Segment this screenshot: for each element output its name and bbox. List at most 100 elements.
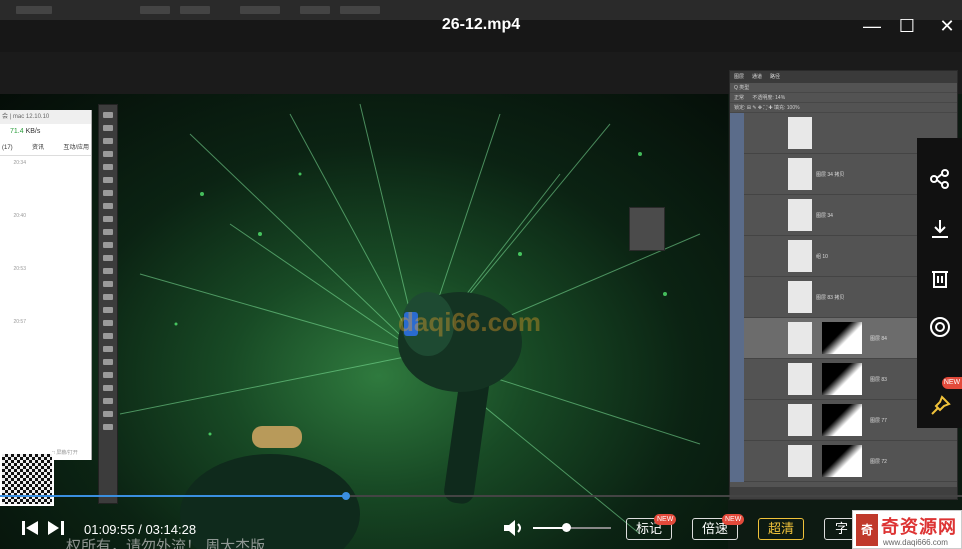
time-separator: / xyxy=(134,522,146,537)
chat-tab[interactable]: (17) xyxy=(2,140,13,155)
layer-row[interactable]: 图层 72 xyxy=(730,441,957,482)
visibility-eye-icon[interactable] xyxy=(730,318,744,359)
maximize-button[interactable]: ☐ xyxy=(894,13,920,39)
layers-tabs: 图层 通道 路径 xyxy=(730,71,957,83)
site-badge: 奇 奇资源网 www.daqi666.com xyxy=(852,510,962,549)
close-button[interactable]: ✕ xyxy=(934,13,960,39)
visibility-eye-icon[interactable] xyxy=(730,359,744,400)
layer-name: 组 10 xyxy=(816,254,828,260)
visibility-eye-icon[interactable] xyxy=(730,154,744,195)
pin-new-badge: NEW xyxy=(942,377,962,389)
visibility-eye-icon[interactable] xyxy=(730,277,744,318)
timestamp: 20:34 xyxy=(13,160,26,166)
tab-paths: 路径 xyxy=(770,74,781,80)
layer-name: 图层 77 xyxy=(870,418,887,424)
chat-tab[interactable]: 资讯 xyxy=(32,140,44,155)
progress-fill xyxy=(0,495,347,497)
delete-button[interactable] xyxy=(917,255,962,300)
layer-thumbnail xyxy=(788,322,812,354)
qr-code xyxy=(0,452,54,506)
layer-thumbnail xyxy=(788,158,812,190)
ps-mini-panel xyxy=(629,207,665,251)
quality-button[interactable]: 超清 xyxy=(758,518,804,540)
layer-name: 图层 83 拷贝 xyxy=(816,295,845,301)
site-url: www.daqi666.com xyxy=(883,538,948,547)
layer-name: 图层 34 xyxy=(816,213,833,219)
layer-thumbnail xyxy=(788,363,812,395)
video-area[interactable]: 会 | mac 12.10.10 71.4 KB/s (17) 资讯 互动/应用… xyxy=(0,52,962,549)
current-time: 01:09:55 xyxy=(84,522,135,537)
pin-button[interactable] xyxy=(917,383,962,428)
layer-mask-thumbnail xyxy=(822,363,862,395)
layer-filter: Q 类型 xyxy=(730,83,957,93)
layer-thumbnail xyxy=(788,199,812,231)
skip-back-icon xyxy=(22,521,38,535)
share-button[interactable] xyxy=(917,156,962,201)
layers-footer xyxy=(730,487,957,499)
visibility-eye-icon[interactable] xyxy=(730,441,744,482)
speed-unit: KB/s xyxy=(25,128,41,135)
chat-header: 会 | mac 12.10.10 xyxy=(0,110,91,124)
trash-icon xyxy=(931,270,948,288)
layer-name: 图层 83 xyxy=(870,377,887,383)
volume-button[interactable] xyxy=(503,518,525,538)
share-icon xyxy=(929,168,949,189)
layer-mask-thumbnail xyxy=(822,322,862,354)
network-speed: 71.4 KB/s xyxy=(0,124,91,140)
volume-slider[interactable] xyxy=(533,523,611,532)
watermark: daqi66.com xyxy=(398,307,542,337)
pin-icon xyxy=(930,394,951,415)
chat-tabs: (17) 资讯 互动/应用 xyxy=(0,140,91,156)
video-title: 26-12.mp4 xyxy=(441,16,521,33)
chat-window: 会 | mac 12.10.10 71.4 KB/s (17) 资讯 互动/应用… xyxy=(0,110,92,460)
play-button[interactable] xyxy=(46,518,66,538)
minimize-button[interactable]: — xyxy=(859,13,885,39)
timestamp: 20:40 xyxy=(13,213,26,219)
total-time: 03:14:28 xyxy=(145,522,197,537)
layer-thumbnail xyxy=(788,404,812,436)
layer-thumbnail xyxy=(788,240,812,272)
player-titlebar: 26-12.mp4 — ☐ ✕ xyxy=(0,0,962,52)
visibility-eye-icon[interactable] xyxy=(730,236,744,277)
ps-toolbar xyxy=(98,104,118,504)
timestamp: 20:53 xyxy=(13,266,26,272)
chat-footer[interactable]: □ 屏蔽/打开 xyxy=(52,449,78,456)
volume-knob[interactable] xyxy=(561,523,571,532)
previous-button[interactable] xyxy=(20,518,40,538)
layer-opacity: 不透明度: 14% xyxy=(752,95,786,101)
download-icon xyxy=(931,219,948,238)
play-next-icon xyxy=(48,521,64,535)
layer-mode-opacity: 正常 不透明度: 14% xyxy=(730,93,957,103)
blend-mode: 正常 xyxy=(734,95,745,101)
eye-ring-icon xyxy=(929,316,950,337)
chat-tab[interactable]: 互动/应用 xyxy=(63,140,89,155)
layer-name: 图层 34 拷贝 xyxy=(816,172,845,178)
timestamp: 20:57 xyxy=(13,319,26,325)
layer-thumbnail xyxy=(788,117,812,149)
site-name: 奇资源网 xyxy=(881,517,957,537)
speed-new-badge: NEW xyxy=(722,514,745,525)
tab-layers: 图层 xyxy=(734,74,745,80)
tab-channels: 通道 xyxy=(752,74,763,80)
control-bar: 01:09:55 / 03:14:28 标记 NEW 倍速 NEW 超清 字 xyxy=(0,508,962,549)
layer-name: 图层 72 xyxy=(870,459,887,465)
speaker-icon xyxy=(504,520,521,536)
download-button[interactable] xyxy=(917,206,962,251)
layer-name: 图层 84 xyxy=(870,336,887,342)
layer-mask-thumbnail xyxy=(822,404,862,436)
visibility-eye-icon[interactable] xyxy=(730,195,744,236)
site-logo: 奇 xyxy=(856,514,878,546)
layer-mask-thumbnail xyxy=(822,445,862,477)
mark-new-badge: NEW xyxy=(654,514,677,525)
layer-lock-row: 锁定: ⊞ ✎ ✥ ⛶ ✚ 填充: 100% xyxy=(730,103,957,113)
view-button[interactable] xyxy=(917,304,962,349)
visibility-eye-icon[interactable] xyxy=(730,400,744,441)
layer-thumbnail xyxy=(788,281,812,313)
progress-bar[interactable] xyxy=(0,492,962,500)
chat-timestamps: 20:34 20:40 20:53 20:57 xyxy=(0,156,91,368)
time-display: 01:09:55 / 03:14:28 xyxy=(84,522,196,537)
layer-thumbnail xyxy=(788,445,812,477)
visibility-eye-icon[interactable] xyxy=(730,113,744,154)
speed-value: 71.4 xyxy=(10,128,24,135)
volume-fill xyxy=(533,527,566,529)
